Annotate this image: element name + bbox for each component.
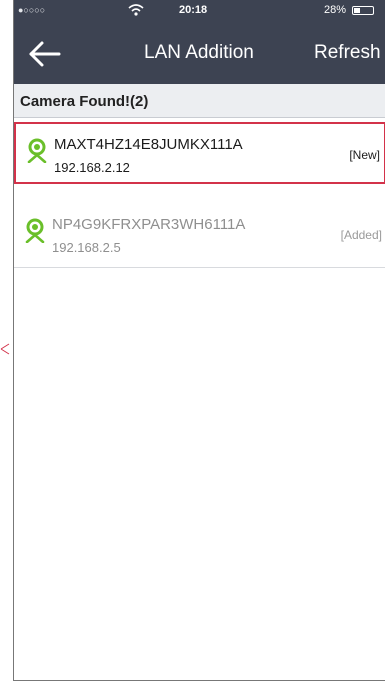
camera-icon (26, 137, 48, 164)
battery-icon (352, 6, 374, 15)
arrow-left-icon (29, 41, 61, 67)
page-title: LAN Addition (144, 42, 254, 63)
back-button[interactable] (28, 40, 62, 68)
battery-percent: 28% (324, 4, 347, 16)
camera-found-label: Camera Found!(2) (20, 93, 149, 110)
signal-strength: ●○○○○ (18, 5, 46, 15)
camera-icon (24, 217, 46, 244)
status-bar: ●○○○○ 20:18 28% (14, 0, 385, 22)
camera-ip: 192.168.2.5 (52, 240, 121, 255)
camera-found-header: Camera Found!(2) (14, 84, 385, 118)
camera-ip: 192.168.2.12 (54, 160, 130, 175)
camera-status-badge: [New] (349, 148, 380, 162)
nav-bar: LAN Addition Refresh (14, 22, 385, 84)
camera-row-new[interactable]: MAXT4HZ14E8JUMKX111A 192.168.2.12 [New] (14, 122, 385, 184)
pointer-arrow-mark (0, 342, 12, 355)
camera-name: MAXT4HZ14E8JUMKX111A (54, 136, 243, 153)
status-time: 20:18 (179, 4, 208, 16)
phone-screen: ●○○○○ 20:18 28% LAN Addition Refresh Cam… (13, 0, 385, 681)
wifi-icon (128, 4, 144, 19)
camera-status-badge: [Added] (340, 228, 382, 242)
camera-name: NP4G9KFRXPAR3WH6111A (52, 216, 246, 233)
camera-row-added[interactable]: NP4G9KFRXPAR3WH6111A 192.168.2.5 [Added] (14, 204, 385, 268)
refresh-button[interactable]: Refresh (314, 42, 381, 64)
